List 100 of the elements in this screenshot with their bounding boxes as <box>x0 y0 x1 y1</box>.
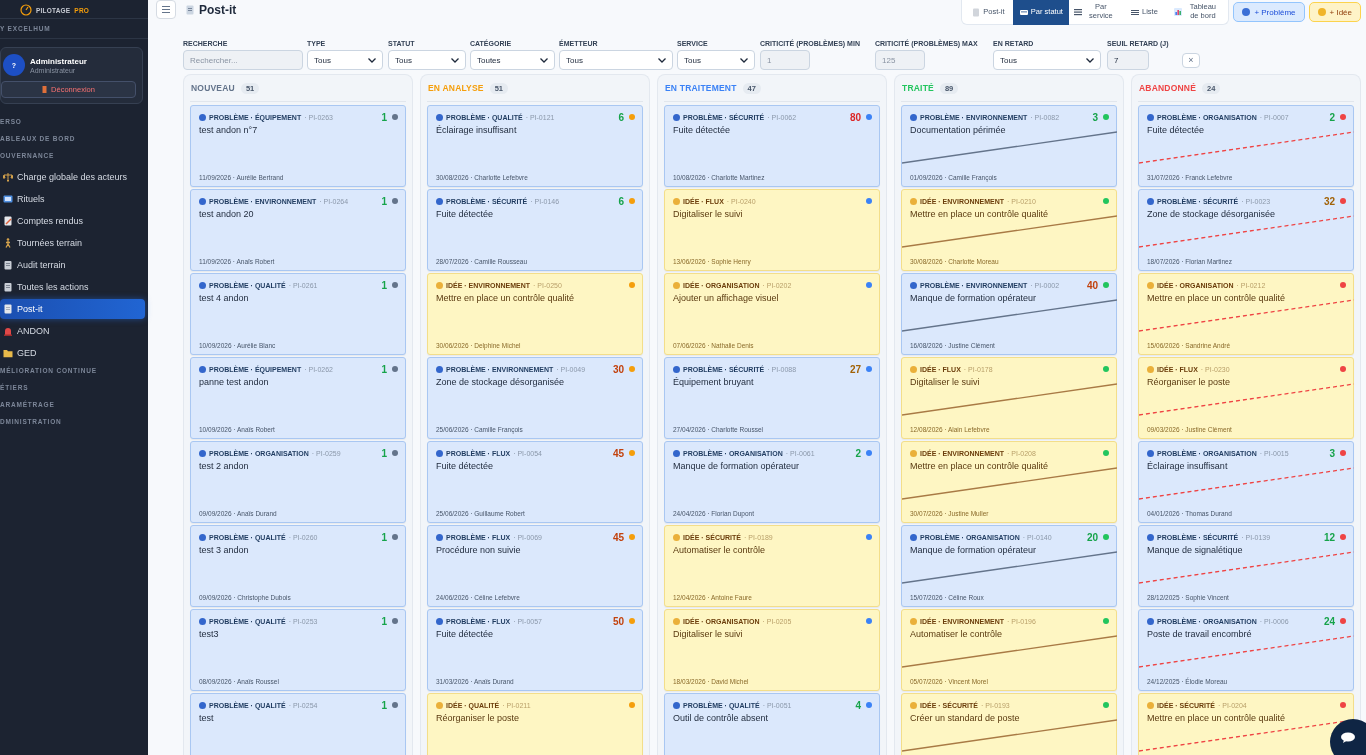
nav-item[interactable]: ANDON <box>0 321 145 341</box>
board-icon <box>3 194 13 204</box>
card-title: Manque de formation opérateur <box>910 293 1038 303</box>
column-title: NOUVEAU <box>191 83 235 93</box>
chat-icon <box>1341 731 1355 743</box>
dropdown[interactable]: Tous <box>677 50 755 70</box>
number-field[interactable]: 7 <box>1107 50 1149 70</box>
age-count: 3 <box>1329 447 1335 459</box>
nav-item[interactable]: Tournées terrain <box>0 233 145 253</box>
dropdown[interactable]: Toutes <box>470 50 555 70</box>
circle-icon <box>1242 8 1251 16</box>
card-title: Zone de stockage désorganisée <box>1147 209 1277 219</box>
add-button[interactable]: + Idée <box>1308 2 1361 22</box>
card-title: Fuite détectée <box>436 461 495 471</box>
nav-item[interactable]: Toutes les actions <box>0 277 145 297</box>
type-icon <box>1147 113 1154 121</box>
card-title: Poste de travail encombré <box>1147 629 1253 639</box>
type-icon <box>199 617 206 625</box>
type-icon <box>910 701 917 709</box>
page-icon <box>186 5 194 15</box>
nav-item[interactable]: Comptes rendus <box>0 211 145 231</box>
clear-button[interactable]: × <box>1182 53 1200 68</box>
type-icon <box>673 113 680 121</box>
type-icon <box>673 449 680 457</box>
column-title: TRAITÉ <box>902 83 934 93</box>
type-icon <box>673 701 680 709</box>
nav-item[interactable]: Charge globale des acteurs <box>0 167 145 187</box>
card-title: test <box>199 713 215 723</box>
number-field[interactable]: 1 <box>760 50 810 70</box>
card-title: Automatiser le contrôle <box>673 545 767 555</box>
type-icon <box>436 197 443 205</box>
card-title: Réorganiser le poste <box>1147 377 1232 387</box>
note-icon <box>3 304 13 314</box>
card-title: Créer un standard de poste <box>910 713 1021 723</box>
nav-item[interactable]: Audit terrain <box>0 255 145 275</box>
dropdown[interactable]: Tous <box>307 50 383 70</box>
chevron-down-icon <box>451 57 459 63</box>
card-title: Fuite détectée <box>673 125 732 135</box>
page-title: Post-it <box>199 3 237 17</box>
door-icon <box>42 86 48 93</box>
card-title: Fuite détectée <box>436 209 495 219</box>
card-title: Zone de stockage désorganisée <box>436 377 566 387</box>
card-title: Éclairage insuffisant <box>1147 461 1229 471</box>
type-icon <box>199 701 206 709</box>
type-icon <box>436 281 443 289</box>
folder-icon <box>3 348 13 358</box>
type-icon <box>1147 281 1154 289</box>
menu-button[interactable] <box>156 0 176 19</box>
card-title: test andon n°7 <box>199 125 259 135</box>
gauge-icon <box>20 4 32 16</box>
chevron-down-icon <box>1086 57 1094 63</box>
list-icon <box>1074 7 1083 17</box>
type-icon <box>1147 449 1154 457</box>
type-icon <box>673 365 680 373</box>
list-icon <box>1019 7 1028 17</box>
nav-item[interactable]: Post-it <box>0 299 145 319</box>
age-count: 45 <box>612 531 624 543</box>
card-title: Digitaliser le suivi <box>673 629 744 639</box>
number-field[interactable]: 125 <box>875 50 925 70</box>
age-count: 1 <box>381 279 387 291</box>
card-title: Manque de formation opérateur <box>673 461 801 471</box>
type-icon <box>1147 533 1154 541</box>
add-button[interactable]: + Problème <box>1233 2 1305 22</box>
chevron-down-icon <box>540 57 548 63</box>
card-title: test 2 andon <box>199 461 250 471</box>
type-icon <box>673 533 680 541</box>
card-title: Réorganiser le poste <box>436 713 521 723</box>
page-icon <box>972 7 981 17</box>
age-count: 40 <box>1086 279 1098 291</box>
age-count: 1 <box>381 447 387 459</box>
type-icon <box>199 449 206 457</box>
card-title: Outil de contrôle absent <box>673 713 770 723</box>
user-name: Administrateur <box>30 56 87 66</box>
search-field[interactable]: Rechercher... <box>183 50 303 70</box>
dropdown[interactable]: Tous <box>993 50 1101 70</box>
age-count: 12 <box>1323 531 1335 543</box>
age-count: 1 <box>381 531 387 543</box>
card-title: Éclairage insuffisant <box>436 125 518 135</box>
list-icon <box>1130 7 1139 17</box>
dropdown[interactable]: Tous <box>388 50 466 70</box>
nav-item[interactable]: GED <box>0 343 145 363</box>
column-title: ABANDONNÉ <box>1139 83 1197 93</box>
type-icon <box>910 197 917 205</box>
type-icon <box>199 113 206 121</box>
card-title: Fuite détectée <box>1147 125 1206 135</box>
type-icon <box>1147 701 1154 709</box>
nav-item[interactable]: Rituels <box>0 189 145 209</box>
type-icon <box>436 449 443 457</box>
age-count: 27 <box>849 363 861 375</box>
type-icon <box>436 365 443 373</box>
dropdown[interactable]: Tous <box>559 50 673 70</box>
card-title: Manque de signalétique <box>1147 545 1244 555</box>
card-title: test 4 andon <box>199 293 250 303</box>
card-title: panne test andon <box>199 377 270 387</box>
age-count: 30 <box>612 363 624 375</box>
siren-icon <box>3 326 13 336</box>
menu-icon <box>162 6 170 13</box>
scale-icon <box>3 172 13 182</box>
type-icon <box>910 281 917 289</box>
column-title: EN TRAITEMENT <box>665 83 737 93</box>
